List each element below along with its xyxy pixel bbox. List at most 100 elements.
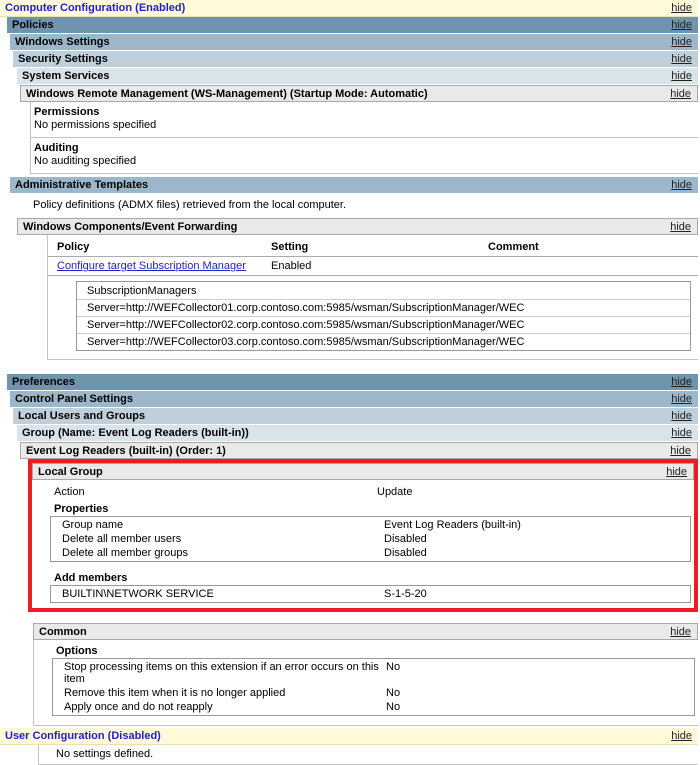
common-title: Common [39, 626, 87, 638]
policy-table-row: Configure target Subscription Manager En… [48, 257, 698, 276]
section-header-event-forwarding: Windows Components/Event Forwarding hide [17, 218, 698, 235]
control-panel-settings-title: Control Panel Settings [15, 393, 133, 405]
options-box: Stop processing items on this extension … [52, 658, 695, 716]
column-comment: Comment [488, 241, 698, 253]
hide-link[interactable]: hide [671, 410, 692, 422]
wrm-title: Windows Remote Management (WS-Management… [26, 88, 428, 100]
hide-link[interactable]: hide [670, 445, 691, 457]
event-forwarding-content: Policy Setting Comment Configure target … [47, 235, 698, 360]
subscription-server-row: Server=http://WEFCollector03.corp.contos… [77, 334, 690, 350]
members-box: BUILTIN\NETWORK SERVICE S-1-5-20 [50, 585, 691, 603]
property-row: Delete all member users Disabled [51, 532, 690, 546]
spacer [0, 612, 700, 623]
property-label: Delete all member users [62, 533, 384, 545]
member-sid: S-1-5-20 [384, 588, 690, 600]
section-header-security-settings: Security Settings hide [13, 51, 698, 68]
subscription-managers-title: SubscriptionManagers [77, 282, 690, 300]
section-header-event-log-readers-item: Event Log Readers (built-in) (Order: 1) … [20, 442, 698, 459]
policies-title: Policies [12, 19, 54, 31]
wrm-content: Permissions No permissions specified Aud… [30, 102, 698, 174]
property-row: Group name Event Log Readers (built-in) [51, 518, 690, 532]
auditing-block: Auditing No auditing specified [31, 138, 698, 174]
user-configuration-note: No settings defined. [38, 745, 698, 765]
option-row: Stop processing items on this extension … [53, 660, 694, 686]
option-value: No [386, 661, 694, 685]
option-row: Apply once and do not reapply No [53, 700, 694, 714]
member-row: BUILTIN\NETWORK SERVICE S-1-5-20 [51, 587, 690, 601]
action-label: Action [54, 486, 377, 498]
option-row: Remove this item when it is no longer ap… [53, 686, 694, 700]
group-title: Group (Name: Event Log Readers (built-in… [22, 427, 249, 439]
section-header-policies: Policies hide [7, 17, 698, 34]
property-label: Delete all member groups [62, 547, 384, 559]
hide-link[interactable]: hide [671, 393, 692, 405]
property-value: Disabled [384, 533, 690, 545]
properties-box: Group name Event Log Readers (built-in) … [50, 516, 691, 562]
hide-link[interactable]: hide [670, 88, 691, 100]
hide-link[interactable]: hide [671, 376, 692, 388]
section-header-computer-configuration: Computer Configuration (Enabled) hide [0, 0, 698, 17]
section-header-windows-settings: Windows Settings hide [10, 34, 698, 51]
policy-setting-value: Enabled [271, 260, 488, 272]
security-settings-title: Security Settings [18, 53, 108, 65]
system-services-title: System Services [22, 70, 109, 82]
permissions-block: Permissions No permissions specified [31, 102, 698, 138]
hide-link[interactable]: hide [671, 730, 692, 742]
section-header-local-group: Local Group hide [32, 463, 694, 480]
group-item-title: Event Log Readers (built-in) (Order: 1) [26, 445, 226, 457]
subscription-server-row: Server=http://WEFCollector01.corp.contos… [77, 300, 690, 317]
policy-table-header: Policy Setting Comment [48, 235, 698, 257]
event-forwarding-title: Windows Components/Event Forwarding [23, 221, 237, 233]
section-header-common: Common hide [33, 623, 698, 640]
section-header-administrative-templates: Administrative Templates hide [10, 177, 698, 194]
member-name: BUILTIN\NETWORK SERVICE [62, 588, 384, 600]
options-label: Options [34, 643, 698, 658]
policy-link-configure-target-subscription-manager[interactable]: Configure target Subscription Manager [57, 260, 246, 272]
auditing-label: Auditing [34, 142, 698, 155]
local-users-and-groups-title: Local Users and Groups [18, 410, 145, 422]
hide-link[interactable]: hide [671, 427, 692, 439]
section-header-system-services: System Services hide [17, 68, 698, 85]
property-value: Event Log Readers (built-in) [384, 519, 690, 531]
property-value: Disabled [384, 547, 690, 559]
spacer [0, 360, 700, 374]
windows-settings-title: Windows Settings [15, 36, 110, 48]
local-group-title: Local Group [38, 466, 103, 478]
auditing-value: No auditing specified [34, 155, 698, 168]
preferences-title: Preferences [12, 376, 75, 388]
option-label: Remove this item when it is no longer ap… [64, 687, 386, 699]
column-setting: Setting [271, 241, 488, 253]
section-header-preferences: Preferences hide [7, 374, 698, 391]
permissions-label: Permissions [34, 106, 698, 119]
section-header-local-users-and-groups: Local Users and Groups hide [13, 408, 698, 425]
hide-link[interactable]: hide [666, 466, 687, 478]
highlight-box: Local Group hide Action Update Propertie… [28, 459, 698, 612]
option-value: No [386, 687, 694, 699]
subscription-managers-box: SubscriptionManagers Server=http://WEFCo… [76, 281, 691, 351]
action-row: Action Update [32, 485, 694, 499]
add-members-label: Add members [32, 570, 694, 585]
option-value: No [386, 701, 694, 713]
hide-link[interactable]: hide [671, 36, 692, 48]
section-header-control-panel-settings: Control Panel Settings hide [10, 391, 698, 408]
option-label: Apply once and do not reapply [64, 701, 386, 713]
user-configuration-title: User Configuration (Disabled) [5, 730, 161, 742]
subscription-server-row: Server=http://WEFCollector02.corp.contos… [77, 317, 690, 334]
hide-link[interactable]: hide [671, 70, 692, 82]
hide-link[interactable]: hide [670, 221, 691, 233]
computer-configuration-title: Computer Configuration (Enabled) [5, 2, 185, 14]
hide-link[interactable]: hide [671, 19, 692, 31]
section-header-user-configuration: User Configuration (Disabled) hide [0, 728, 698, 745]
hide-link[interactable]: hide [671, 2, 692, 14]
administrative-templates-title: Administrative Templates [15, 179, 148, 191]
permissions-value: No permissions specified [34, 119, 698, 132]
section-header-windows-remote-management: Windows Remote Management (WS-Management… [20, 85, 698, 102]
properties-label: Properties [32, 501, 694, 516]
hide-link[interactable]: hide [670, 626, 691, 638]
hide-link[interactable]: hide [671, 53, 692, 65]
admx-note: Policy definitions (ADMX files) retrieve… [0, 194, 700, 218]
local-group-content: Action Update Properties Group name Even… [32, 485, 694, 608]
column-policy: Policy [57, 241, 271, 253]
hide-link[interactable]: hide [671, 179, 692, 191]
option-label: Stop processing items on this extension … [64, 661, 386, 685]
